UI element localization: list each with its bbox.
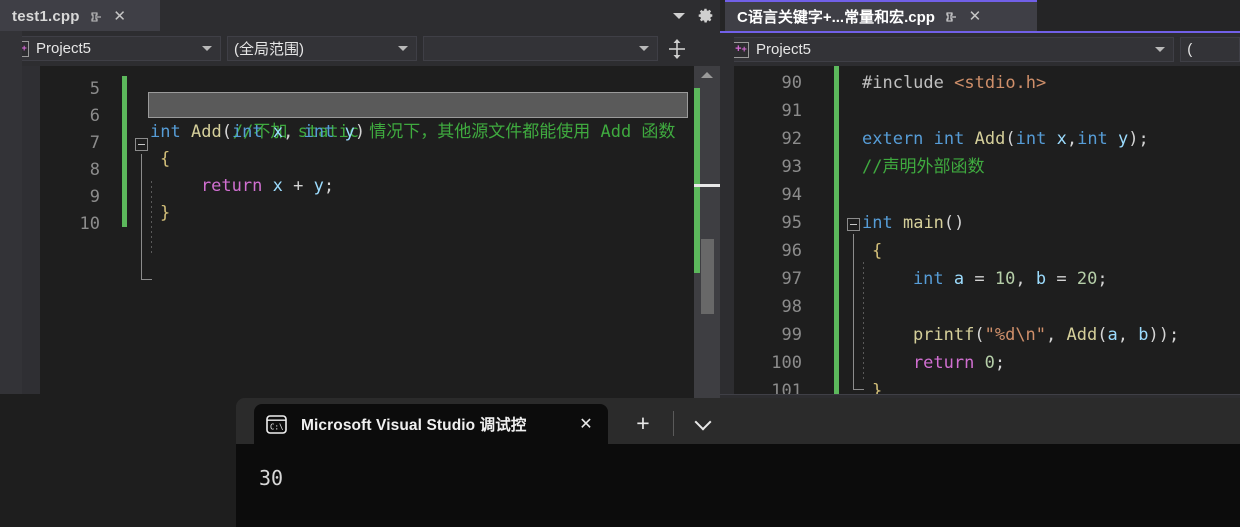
pin-icon[interactable] <box>943 9 959 25</box>
line-number: 99 <box>781 325 802 345</box>
terminal-output-text: 30 <box>259 466 284 490</box>
collapse-toggle-main[interactable] <box>847 218 860 231</box>
code-line-95: int main() <box>862 213 965 233</box>
chevron-down-icon <box>639 46 649 51</box>
right-code-editor[interactable]: 90 91 92 93 94 95 96 97 98 99 100 101 #i… <box>734 66 1240 401</box>
code-line-7: int Add(int x, int y) <box>150 122 366 142</box>
code-line-99: printf("%d\n", Add(a, b)); <box>872 325 1180 345</box>
right-indicator-margin <box>720 33 734 394</box>
new-tab-button[interactable]: + <box>631 412 655 436</box>
visual-studio-window: test1.cpp ✕ + Project5 (全局范围) 5 6 7 8 9 … <box>0 0 1240 527</box>
svg-text:C:\: C:\ <box>270 422 284 431</box>
line-number: 6 <box>89 106 100 126</box>
line-number: 94 <box>781 185 802 205</box>
left-code-editor[interactable]: 5 6 7 8 9 10 //不加 static 情况下，其他源文件都能使用 A… <box>40 66 694 394</box>
terminal-tab[interactable]: C:\ Microsoft Visual Studio 调试控 ✕ <box>254 404 608 444</box>
line-number: 95 <box>781 213 802 233</box>
code-line-96: { <box>872 241 883 261</box>
right-navigation-bar: + + Project5 ( <box>720 31 1240 66</box>
scroll-up-arrow-icon[interactable] <box>694 66 720 84</box>
code-line-97: int a = 10, b = 20; <box>872 269 1108 289</box>
line-number: 5 <box>89 79 100 99</box>
terminal-window: C:\ Microsoft Visual Studio 调试控 ✕ + 30 <box>236 398 1240 527</box>
chevron-down-icon <box>398 46 408 51</box>
project-dropdown[interactable]: ++ Project5 <box>726 37 1175 62</box>
line-number: 9 <box>89 187 100 207</box>
code-line-10: } <box>160 203 171 223</box>
scope-dropdown[interactable]: (全局范围) <box>227 36 417 61</box>
code-line-90: #include <stdio.h> <box>862 73 1047 93</box>
cpp-project-icon: ++ <box>733 41 749 58</box>
chevron-down-icon <box>1155 47 1166 52</box>
scope-dropdown-value: ( <box>1187 41 1193 58</box>
code-line-93: //声明外部函数 <box>862 157 985 177</box>
scrollbar-caret-marker <box>694 184 720 187</box>
scope-dropdown-value: (全局范围) <box>234 41 304 58</box>
chevron-down-icon <box>202 46 212 51</box>
line-number: 97 <box>781 269 802 289</box>
left-tabstrip-actions <box>673 0 714 31</box>
line-number: 92 <box>781 129 802 149</box>
collapse-toggle-add[interactable] <box>135 138 148 151</box>
close-icon[interactable]: ✕ <box>967 9 983 25</box>
line-number: 91 <box>781 101 802 121</box>
chevron-down-icon[interactable] <box>691 413 715 434</box>
tab-title: test1.cpp <box>12 8 80 25</box>
terminal-titlebar: C:\ Microsoft Visual Studio 调试控 ✕ + <box>236 398 1240 444</box>
scrollbar-change-indicator <box>694 88 700 273</box>
project-dropdown-value: Project5 <box>756 41 812 58</box>
line-number: 98 <box>781 297 802 317</box>
tab-title: C语言关键字+...常量和宏.cpp <box>737 9 935 26</box>
line-number: 96 <box>781 241 802 261</box>
pin-icon[interactable] <box>88 9 104 25</box>
left-navigation-bar: ++ Project5 (全局范围) <box>0 31 720 66</box>
line-number: 10 <box>79 214 100 234</box>
code-line-9: return x + y; <box>160 176 335 196</box>
right-tab-strip: C语言关键字+...常量和宏.cpp ✕ <box>720 0 1240 31</box>
chevron-down-icon[interactable] <box>673 12 685 19</box>
scope-dropdown[interactable]: ( <box>1180 37 1240 62</box>
close-icon[interactable]: ✕ <box>112 9 128 25</box>
split-view-icon[interactable] <box>666 36 688 62</box>
line-number: 100 <box>771 353 802 373</box>
console-cmd-icon: C:\ <box>266 414 287 434</box>
indent-guide <box>863 262 864 380</box>
terminal-tab-title: Microsoft Visual Studio 调试控 <box>301 417 527 434</box>
line-number: 7 <box>89 133 100 153</box>
line-number: 93 <box>781 157 802 177</box>
line-number: 90 <box>781 73 802 93</box>
change-bar <box>834 66 839 394</box>
terminal-output-area[interactable]: 30 <box>236 444 1240 527</box>
tab-test1-cpp[interactable]: test1.cpp ✕ <box>0 0 160 31</box>
change-bar <box>122 76 127 227</box>
indent-guide <box>151 181 152 253</box>
toolbar-divider <box>673 411 674 436</box>
tab-c-keywords-cpp[interactable]: C语言关键字+...常量和宏.cpp ✕ <box>725 0 1037 31</box>
code-line-100: return 0; <box>872 353 1006 373</box>
project-dropdown-value: Project5 <box>36 40 92 57</box>
code-line-8: { <box>160 149 171 169</box>
left-tab-strip: test1.cpp ✕ <box>0 0 720 31</box>
gear-icon[interactable] <box>697 7 714 24</box>
close-icon[interactable]: ✕ <box>576 414 596 434</box>
line-number: 8 <box>89 160 100 180</box>
project-dropdown[interactable]: ++ Project5 <box>6 36 221 61</box>
code-line-92: extern int Add(int x,int y); <box>862 129 1149 149</box>
scrollbar-thumb[interactable] <box>701 239 714 314</box>
member-dropdown[interactable] <box>423 36 658 61</box>
